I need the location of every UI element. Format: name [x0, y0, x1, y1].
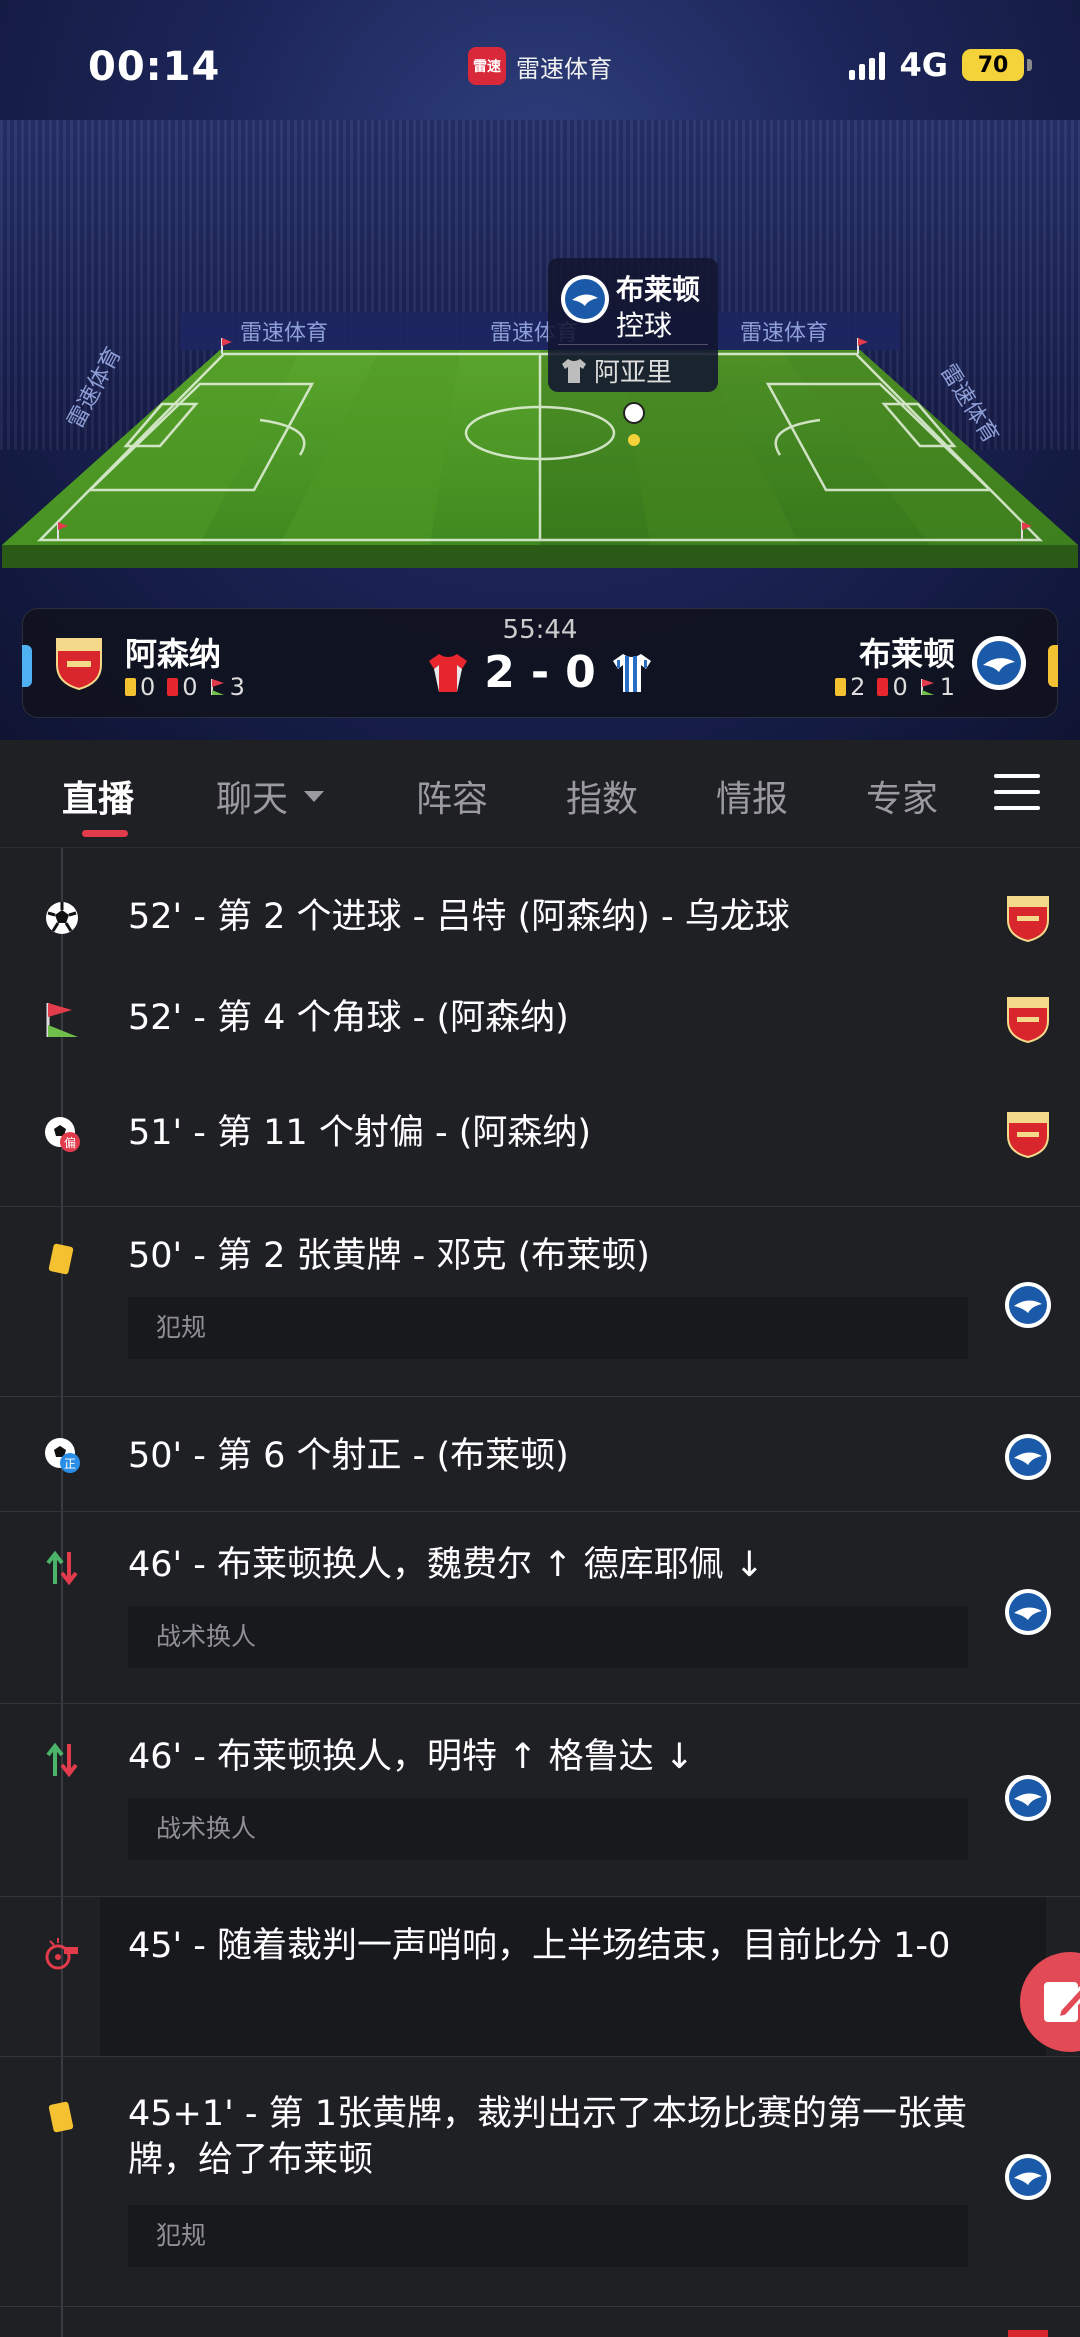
possession-state: 控球 — [616, 309, 673, 342]
arsenal-crest-icon — [1007, 1112, 1049, 1158]
shot-off-label: 偏 — [64, 1135, 76, 1150]
event-text: 50' - 第 2 张黄牌 - 邓克 (布莱顿) — [128, 1236, 650, 1276]
score-separator: - — [530, 647, 550, 698]
brighton-crest-icon — [1005, 1589, 1051, 1635]
event-note: 犯规 — [128, 1297, 968, 1359]
stadium-animation: 雷速体育 雷速体育 雷速体育 雷速体育 雷速体育 00:14 雷速 雷速体育 4… — [0, 0, 1080, 740]
tab-bar: 直播 聊天 阵容 指数 情报 专家 — [0, 740, 1080, 848]
app-name: 雷速体育 — [516, 54, 612, 83]
jersey-icon — [562, 358, 586, 383]
brighton-crest-icon — [1005, 1434, 1051, 1480]
brighton-crest-icon — [1005, 1775, 1051, 1821]
status-bar: 00:14 雷速 雷速体育 4G 70 — [0, 0, 1080, 130]
network-type: 4G — [899, 46, 948, 84]
event-note: 战术换人 — [128, 1798, 968, 1860]
corner-flag-icon — [920, 679, 934, 695]
event-text: 52' - 第 2 个进球 - 吕特 (阿森纳) - 乌龙球 — [128, 897, 790, 937]
brighton-crest-icon — [1005, 1282, 1051, 1328]
ad-board-text: 雷速体育 — [740, 321, 828, 346]
tab-lineup[interactable]: 阵容 — [416, 770, 488, 822]
event-item: 正 50' - 第 6 个射正 - (布莱顿) — [0, 1396, 1080, 1511]
away-team-name[interactable]: 布莱顿 — [859, 629, 955, 675]
brighton-crest-icon — [561, 275, 609, 323]
edit-icon — [1044, 1982, 1080, 2022]
arsenal-crest-icon — [1007, 896, 1049, 942]
away-yellow-cards: 2 — [835, 673, 865, 701]
event-item: 50' - 第 2 张黄牌 - 邓克 (布莱顿) 犯规 — [0, 1206, 1080, 1396]
arsenal-crest-icon — [1008, 2330, 1048, 2337]
ad-board-text: 雷速体育 — [240, 321, 328, 346]
app-logo: 雷速 — [468, 47, 506, 85]
event-item: 52' - 第 2 个进球 - 吕特 (阿森纳) - 乌龙球 — [0, 848, 1080, 963]
event-item: 45' - 随着裁判一声哨响，上半场结束，目前比分 1-0 — [0, 1896, 1080, 2057]
away-score: 0 — [565, 647, 596, 698]
event-item: 46' - 布莱顿换人，明特 ↑ 格鲁达 ↓ 战术换人 — [0, 1703, 1080, 1896]
shot-on-target-icon: 正 — [45, 1438, 80, 1473]
active-tab-indicator — [82, 830, 128, 837]
brighton-crest-icon — [1005, 2154, 1051, 2200]
home-kit-icon — [429, 653, 468, 692]
status-time: 00:14 — [88, 44, 221, 90]
ball-icon — [623, 402, 645, 424]
shot-off-target-icon: 偏 — [45, 1117, 80, 1152]
ball-position-marker — [628, 434, 640, 446]
whistle-icon — [45, 1938, 78, 1970]
away-red-cards: 0 — [877, 673, 908, 701]
event-highlight-bg — [100, 1897, 1046, 2057]
event-text: 45+1' - 第 1张黄牌，裁判出示了本场比赛的第一张黄牌，给了布莱顿 — [128, 2094, 968, 2180]
event-text: 46' - 布莱顿换人，明特 ↑ 格鲁达 ↓ — [128, 1737, 695, 1777]
corner-flag-icon — [46, 1003, 78, 1037]
tab-live[interactable]: 直播 — [62, 770, 134, 822]
possession-tooltip: 布莱顿 控球 阿亚里 — [548, 258, 718, 392]
event-text: 52' - 第 4 个角球 - (阿森纳) — [128, 998, 569, 1038]
event-item: 45+1' - 第 1张黄牌，裁判出示了本场比赛的第一张黄牌，给了布莱顿 犯规 — [0, 2056, 1080, 2306]
signal-icon — [849, 50, 886, 80]
possession-player: 阿亚里 — [560, 352, 672, 389]
shot-on-label: 正 — [64, 1457, 76, 1471]
yellow-card-icon — [48, 2101, 74, 2133]
away-kit-icon — [612, 653, 651, 692]
live-event-feed[interactable]: 52' - 第 2 个进球 - 吕特 (阿森纳) - 乌龙球 52' - 第 4… — [0, 848, 1080, 2337]
app-indicator: 雷速 雷速体育 — [468, 44, 612, 88]
event-text: 46' - 布莱顿换人，魏费尔 ↑ 德库耶佩 ↓ — [128, 1545, 765, 1585]
yellow-card-icon — [48, 1243, 74, 1275]
arsenal-crest-icon — [1007, 997, 1049, 1043]
away-team-stats: 2 0 1 — [835, 673, 955, 701]
event-note: 犯规 — [128, 2205, 968, 2267]
event-item: 偏 51' - 第 11 个射偏 - (阿森纳) — [0, 1078, 1080, 1193]
scoreboard: 阿森纳 0 0 3 55:44 2 - 0 布莱顿 2 0 1 — [22, 608, 1058, 718]
event-item — [0, 2306, 1080, 2337]
away-corners: 1 — [920, 673, 955, 701]
battery-level: 70 — [962, 49, 1024, 81]
tab-intel[interactable]: 情报 — [716, 770, 788, 822]
tab-chat[interactable]: 聊天 — [216, 770, 326, 822]
event-text: 50' - 第 6 个射正 - (布莱顿) — [128, 1436, 569, 1476]
tab-odds[interactable]: 指数 — [566, 770, 638, 822]
brighton-crest-icon[interactable] — [971, 635, 1027, 691]
event-item: 52' - 第 4 个角球 - (阿森纳) — [0, 963, 1080, 1078]
yellow-card-icon — [835, 678, 847, 696]
goal-ball-icon — [46, 902, 78, 934]
event-text: 51' - 第 11 个射偏 - (阿森纳) — [128, 1113, 592, 1153]
tab-expert[interactable]: 专家 — [866, 770, 938, 822]
menu-icon[interactable] — [994, 772, 1040, 812]
substitution-icon — [46, 1550, 78, 1586]
red-card-icon — [877, 678, 889, 696]
tab-chat-label: 聊天 — [216, 779, 289, 820]
home-score: 2 — [484, 647, 515, 698]
status-icons: 4G 70 — [849, 46, 1032, 84]
event-item: 46' - 布莱顿换人，魏费尔 ↑ 德库耶佩 ↓ 战术换人 — [0, 1511, 1080, 1703]
event-note: 战术换人 — [128, 1606, 968, 1668]
chevron-down-icon — [304, 791, 325, 802]
player-name: 阿亚里 — [594, 358, 673, 388]
event-text: 45' - 随着裁判一声哨响，上半场结束，目前比分 1-0 — [128, 1926, 951, 1966]
possession-team: 布莱顿 — [616, 273, 701, 306]
substitution-icon — [46, 1742, 78, 1778]
match-live-screen: 雷速体育 雷速体育 雷速体育 雷速体育 雷速体育 00:14 雷速 雷速体育 4… — [0, 0, 1080, 2337]
ad-board-text: 雷速体育 — [63, 343, 126, 432]
battery-icon: 70 — [962, 49, 1032, 81]
